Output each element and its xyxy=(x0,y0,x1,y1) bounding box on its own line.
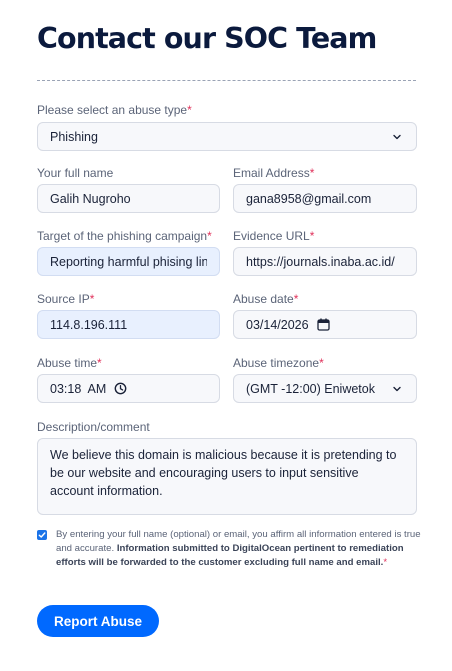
source-ip-value: 114.8.196.111 xyxy=(50,317,128,332)
evidence-url-input[interactable]: https://journals.inaba.ac.id/ xyxy=(233,247,417,276)
description-label: Description/comment xyxy=(37,420,150,434)
abuse-time-input[interactable]: 03:18 AM xyxy=(37,374,220,403)
contact-form-page: Contact our SOC Team Please select an ab… xyxy=(0,0,452,671)
consent-checkbox[interactable] xyxy=(37,530,47,540)
chevron-down-icon xyxy=(393,134,401,139)
abuse-timezone-select[interactable]: (GMT -12:00) Eniwetok xyxy=(233,374,417,403)
full-name-input[interactable]: Galih Nugroho xyxy=(37,184,220,213)
calendar-icon[interactable] xyxy=(316,318,330,331)
abuse-timezone-label: Abuse timezone* xyxy=(233,356,324,370)
source-ip-label: Source IP* xyxy=(37,292,95,306)
page-title: Contact our SOC Team xyxy=(37,22,377,55)
email-value: gana8958@gmail.com xyxy=(246,191,372,206)
consent-text: By entering your full name (optional) or… xyxy=(56,528,421,570)
target-label: Target of the phishing campaign* xyxy=(37,229,212,243)
evidence-url-value: https://journals.inaba.ac.id/ xyxy=(246,254,395,269)
full-name-value: Galih Nugroho xyxy=(50,191,131,206)
source-ip-input[interactable]: 114.8.196.111 xyxy=(37,310,220,339)
consent-required-mark: * xyxy=(383,557,388,568)
chevron-down-icon xyxy=(393,386,401,391)
full-name-label: Your full name xyxy=(37,166,114,180)
abuse-time-label: Abuse time* xyxy=(37,356,102,370)
checkmark-icon xyxy=(38,532,46,538)
abuse-timezone-value: (GMT -12:00) Eniwetok xyxy=(246,381,375,396)
email-label: Email Address* xyxy=(233,166,315,180)
abuse-type-select[interactable]: Phishing xyxy=(37,122,417,151)
abuse-date-value: 03/14/2026 xyxy=(246,317,309,332)
target-value: Reporting harmful phising link xyxy=(50,254,207,269)
description-textarea[interactable]: We believe this domain is malicious beca… xyxy=(37,438,417,515)
abuse-date-input[interactable]: 03/14/2026 xyxy=(233,310,417,339)
dashed-divider xyxy=(37,80,416,81)
abuse-time-value: 03:18 AM xyxy=(50,381,107,396)
email-field[interactable]: gana8958@gmail.com xyxy=(233,184,417,213)
target-input[interactable]: Reporting harmful phising link xyxy=(37,247,220,276)
abuse-type-value: Phishing xyxy=(50,129,98,144)
evidence-url-label: Evidence URL* xyxy=(233,229,315,243)
abuse-type-label: Please select an abuse type* xyxy=(37,103,192,117)
report-abuse-button[interactable]: Report Abuse xyxy=(37,605,159,637)
description-value: We believe this domain is malicious beca… xyxy=(50,448,397,498)
abuse-date-label: Abuse date* xyxy=(233,292,299,306)
clock-icon[interactable] xyxy=(114,382,127,395)
